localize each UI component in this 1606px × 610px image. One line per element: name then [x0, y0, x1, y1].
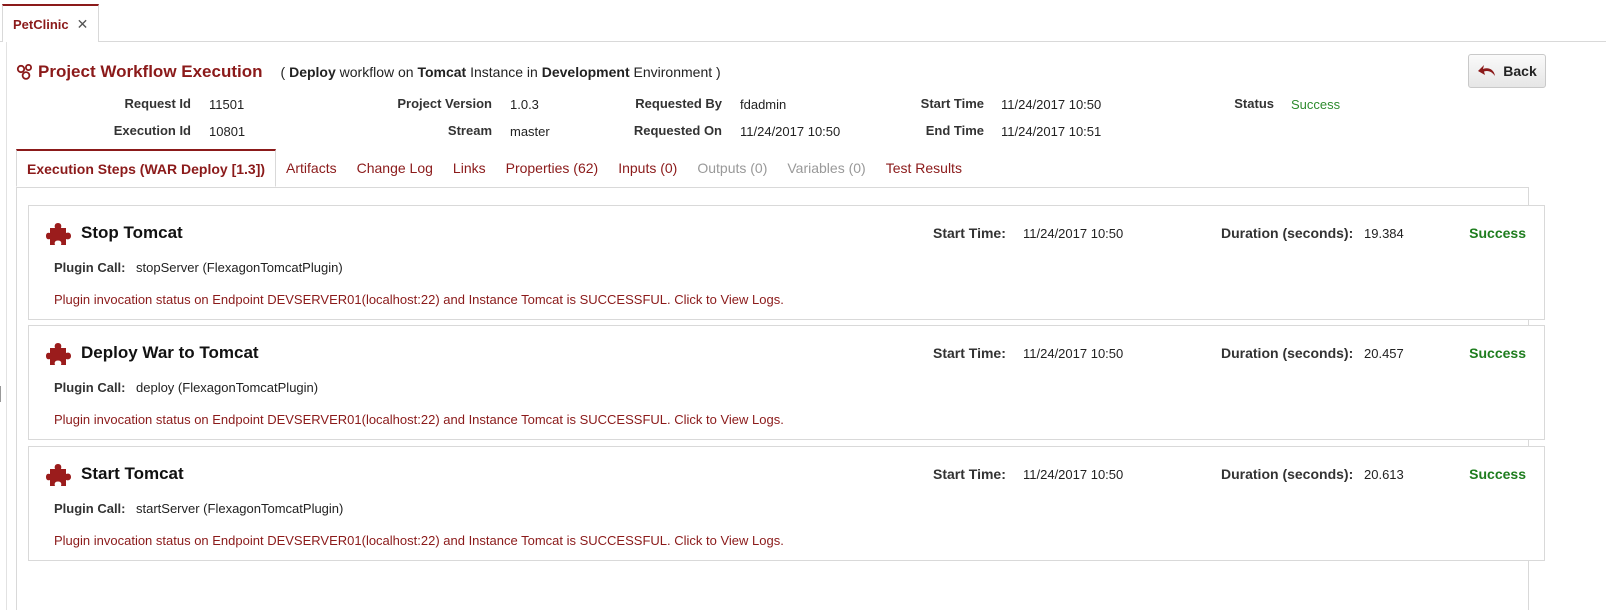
step-start-time-value: 11/24/2017 10:50	[1023, 346, 1124, 361]
stream-value: master	[510, 124, 550, 139]
step-start-time-label: Start Time:	[933, 345, 1006, 361]
splitter-handle[interactable]	[0, 386, 2, 402]
tab-execution-steps[interactable]: Execution Steps (WAR Deploy [1.3])	[16, 149, 277, 187]
step-name: Start Tomcat	[81, 464, 184, 483]
workflow-icon	[16, 64, 32, 80]
requested-on-value: 11/24/2017 10:50	[740, 124, 841, 139]
back-button[interactable]: Back	[1468, 54, 1546, 88]
step-card-deploy-war: Deploy War to Tomcat Start Time: 11/24/2…	[28, 325, 1545, 440]
request-id-label: Request Id	[124, 96, 191, 111]
requested-by-label: Requested By	[635, 96, 722, 111]
start-time-label: Start Time	[920, 96, 984, 111]
view-logs-link[interactable]: Plugin invocation status on Endpoint DEV…	[54, 292, 784, 307]
tab-properties[interactable]: Properties (62)	[496, 149, 609, 187]
subtitle-environment: Development	[541, 64, 630, 80]
execution-id-value: 10801	[209, 124, 246, 139]
page-header: Project Workflow Execution ( Deploy work…	[16, 60, 721, 84]
page-subtitle: ( Deploy workflow on Tomcat Instance in …	[280, 64, 721, 80]
requested-on-label: Requested On	[633, 123, 722, 138]
document-tab-bar: PetClinic ✕	[0, 0, 1606, 42]
tab-links[interactable]: Links	[443, 149, 496, 187]
tab-change-log[interactable]: Change Log	[347, 149, 443, 187]
tab-variables: Variables (0)	[787, 160, 866, 176]
document-tab-label: PetClinic	[13, 16, 69, 32]
step-status: Success	[1469, 345, 1526, 361]
tab-inputs[interactable]: Inputs (0)	[608, 149, 687, 187]
document-tab-petclinic[interactable]: PetClinic ✕	[2, 4, 100, 42]
subtitle-instance: Tomcat	[417, 64, 467, 80]
step-card-start-tomcat: Start Tomcat Start Time: 11/24/2017 10:5…	[28, 446, 1545, 561]
puzzle-piece-icon	[46, 343, 71, 365]
undo-arrow-icon	[1478, 65, 1496, 76]
stream-label: Stream	[447, 123, 492, 138]
execution-id-label: Execution Id	[113, 123, 191, 138]
end-time-value: 11/24/2017 10:51	[1001, 124, 1102, 139]
status-value: Success	[1291, 97, 1341, 112]
view-logs-link[interactable]: Plugin invocation status on Endpoint DEV…	[54, 533, 784, 548]
step-duration-value: 20.457	[1364, 346, 1404, 361]
step-start-time-value: 11/24/2017 10:50	[1023, 226, 1124, 241]
plugin-call-value: deploy (FlexagonTomcatPlugin)	[136, 380, 319, 395]
step-card-stop-tomcat: Stop Tomcat Start Time: 11/24/2017 10:50…	[28, 205, 1545, 320]
requested-by-value: fdadmin	[740, 97, 787, 112]
end-time-label: End Time	[925, 123, 984, 138]
step-duration-value: 19.384	[1364, 226, 1404, 241]
project-version-value: 1.0.3	[510, 97, 539, 112]
page-title: Project Workflow Execution	[38, 62, 263, 81]
step-start-time-label: Start Time:	[933, 225, 1006, 241]
plugin-call-label: Plugin Call:	[54, 380, 126, 395]
step-name: Stop Tomcat	[81, 223, 183, 242]
status-label: Status	[1234, 96, 1274, 111]
subtitle-workflow: Deploy	[289, 64, 336, 80]
project-version-label: Project Version	[397, 96, 492, 111]
step-start-time-value: 11/24/2017 10:50	[1023, 467, 1124, 482]
step-duration-value: 20.613	[1364, 467, 1404, 482]
puzzle-piece-icon	[46, 223, 71, 245]
back-button-label: Back	[1503, 63, 1537, 79]
puzzle-piece-icon	[46, 464, 71, 486]
step-duration-label: Duration (seconds):	[1221, 345, 1354, 361]
request-id-value: 11501	[209, 97, 245, 112]
step-duration-label: Duration (seconds):	[1221, 466, 1354, 482]
plugin-call-label: Plugin Call:	[54, 501, 126, 516]
step-duration-label: Duration (seconds):	[1221, 225, 1354, 241]
step-start-time-label: Start Time:	[933, 466, 1006, 482]
step-status: Success	[1469, 225, 1526, 241]
tab-test-results[interactable]: Test Results	[876, 149, 972, 187]
left-border	[6, 42, 7, 610]
tab-strip: Execution Steps (WAR Deploy [1.3]) Artif…	[16, 149, 972, 187]
start-time-value: 11/24/2017 10:50	[1001, 97, 1102, 112]
plugin-call-value: stopServer (FlexagonTomcatPlugin)	[136, 260, 343, 275]
step-name: Deploy War to Tomcat	[81, 343, 259, 362]
view-logs-link[interactable]: Plugin invocation status on Endpoint DEV…	[54, 412, 784, 427]
close-icon[interactable]: ✕	[77, 17, 89, 31]
step-status: Success	[1469, 466, 1526, 482]
tab-artifacts[interactable]: Artifacts	[276, 149, 347, 187]
plugin-call-value: startServer (FlexagonTomcatPlugin)	[136, 501, 344, 516]
tab-outputs: Outputs (0)	[697, 160, 768, 176]
plugin-call-label: Plugin Call:	[54, 260, 126, 275]
